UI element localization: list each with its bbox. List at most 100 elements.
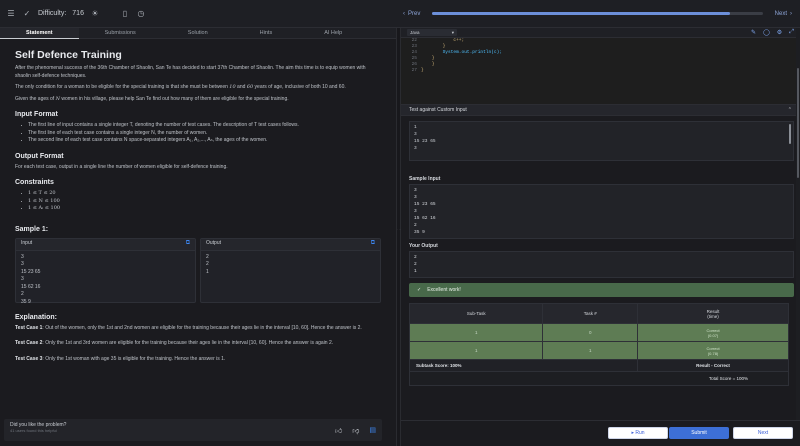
your-output-section: Your Output 2 2 1 bbox=[409, 241, 794, 278]
sample-input-line: 2 bbox=[414, 223, 417, 228]
input-format-list: The first line of input contains a singl… bbox=[21, 122, 381, 145]
prev-label: Prev bbox=[408, 10, 421, 17]
sample-output-line: 2 bbox=[206, 253, 209, 260]
code-line: 27} bbox=[401, 68, 800, 74]
explanation-label: Test Case 3 bbox=[15, 355, 43, 362]
problem-condition: The only condition for a woman to be eli… bbox=[15, 84, 346, 90]
submit-button[interactable]: Submit bbox=[669, 427, 729, 439]
explanation-list: Test Case 1: Out of the women, only the … bbox=[15, 325, 381, 364]
problem-progress-bar bbox=[432, 12, 763, 15]
total-score: Total Score = 100% bbox=[409, 371, 789, 386]
header-text: (time) bbox=[707, 313, 719, 319]
sample-input-line: 3 bbox=[414, 188, 417, 193]
task-cell: 1 bbox=[542, 341, 639, 360]
explanation-item: Test Case 2: Only the 1st and 3rd women … bbox=[15, 340, 381, 348]
problem-panel: Statement Submissions Solution Hints AI Help… bbox=[0, 28, 396, 446]
sample-input-output: 3 3 15 23 65 3 15 62 16 2 35 9 bbox=[409, 184, 794, 239]
copy-icon[interactable]: ⧉ bbox=[186, 240, 190, 248]
tab-hints[interactable]: Hints bbox=[234, 28, 299, 39]
chat-icon[interactable]: ◯ bbox=[763, 29, 770, 36]
bookmark-icon[interactable]: ▯ bbox=[120, 9, 130, 19]
your-output-title: Your Output bbox=[409, 243, 438, 249]
explanation-heading: Explanation: bbox=[15, 313, 58, 321]
input-format-item: The first line of input contains a singl… bbox=[21, 122, 381, 130]
sample-input-line: 3 bbox=[21, 253, 24, 260]
sample-input-line: 35 9 bbox=[414, 230, 425, 235]
menu-icon[interactable]: ☰ bbox=[6, 9, 16, 19]
constraint-item: 1 ≤ N ≤ 100 bbox=[21, 198, 381, 206]
custom-input-line: 15 23 65 bbox=[414, 139, 436, 144]
code-text: } bbox=[421, 68, 424, 73]
problem-given: Given the ages of N women in his village… bbox=[15, 95, 289, 102]
copy-icon[interactable]: ⧉ bbox=[371, 240, 375, 248]
difficulty-label: Difficulty: bbox=[38, 10, 67, 17]
sample-output-box: Output ⧉ 221 bbox=[200, 237, 381, 303]
explanation-item: Test Case 3: Only the 1st woman with age… bbox=[15, 356, 381, 364]
tab-submissions[interactable]: Submissions bbox=[79, 28, 162, 39]
sample-input-line: 15 62 16 bbox=[21, 283, 41, 290]
custom-input-header[interactable]: Test against Custom Input ⌃ bbox=[401, 104, 800, 116]
result-cell: Correct (0.07) bbox=[637, 323, 789, 342]
custom-input-line: 1 bbox=[414, 125, 417, 130]
explanation-text: : Only the 1st woman with age 35 is elig… bbox=[42, 355, 226, 362]
results-header-cell: Result (time) bbox=[637, 303, 789, 324]
chevron-left-icon: ‹ bbox=[403, 10, 405, 17]
sample-output-line: 1 bbox=[206, 268, 209, 275]
task-cell: 0 bbox=[542, 323, 639, 342]
sample-input-line: 2 bbox=[21, 291, 24, 297]
tab-ai-help[interactable]: AI Help bbox=[298, 28, 368, 39]
input-format-item: The first line of each test case contain… bbox=[21, 130, 381, 138]
scroll-thumb[interactable] bbox=[797, 68, 799, 178]
wand-icon[interactable]: ✎ bbox=[751, 29, 756, 36]
results-row: 1 1 Correct (0.78) bbox=[408, 341, 789, 360]
problem-title: Self Defence Training bbox=[15, 49, 122, 61]
output-line: 1 bbox=[414, 269, 417, 274]
next-label: Next bbox=[774, 10, 787, 17]
sample-output-line: 2 bbox=[206, 261, 209, 267]
comment-icon[interactable]: ▤ bbox=[369, 426, 376, 435]
custom-input-scrollbar[interactable] bbox=[789, 124, 791, 144]
subtask-score-row: Subtask Score: 100% Result - Correct bbox=[408, 359, 789, 372]
feedback-count: 41 users found this helpful bbox=[10, 428, 57, 433]
explanation-label: Test Case 2 bbox=[15, 340, 43, 346]
thumbs-down-icon[interactable]: 👎︎ bbox=[352, 426, 359, 435]
sample-input-line: 3 bbox=[414, 195, 417, 200]
sample-input-line: 15 62 16 bbox=[414, 216, 436, 221]
total-score-row: Total Score = 100% bbox=[409, 371, 789, 386]
sun-icon[interactable]: ☀ bbox=[90, 9, 100, 19]
editor-scrollbar[interactable] bbox=[796, 28, 800, 446]
results-row: 1 0 Correct (0.07) bbox=[408, 323, 789, 342]
expand-icon[interactable]: ⤢ bbox=[789, 29, 794, 36]
results-table: Sub-Task Task # Result (time) 1 0 Correct (0.07… bbox=[408, 303, 789, 386]
thumbs-up-icon[interactable]: 👍︎ bbox=[335, 426, 342, 435]
next-button[interactable]: Next bbox=[733, 427, 793, 439]
language-select[interactable]: Java ▾ bbox=[407, 29, 457, 36]
custom-input-field[interactable]: 1 3 15 23 65 3 bbox=[409, 121, 794, 161]
action-bar: ▸ Run Submit Next bbox=[401, 420, 800, 446]
output-format-text: For each test case, output in a single l… bbox=[15, 163, 228, 170]
subtask-score: Subtask Score: 100% bbox=[408, 359, 639, 372]
submit-label: Submit bbox=[691, 430, 707, 436]
header-text: Task # bbox=[583, 311, 597, 316]
subtask-cell: 1 bbox=[408, 341, 544, 360]
run-button[interactable]: ▸ Run bbox=[608, 427, 668, 439]
problem-intro: After the phenomenal success of the 36th… bbox=[15, 65, 366, 79]
sample-output-text: 221 bbox=[201, 251, 380, 302]
code-editor[interactable]: 22 c++; 23 } 24 System.out.println(c); 25 }… bbox=[401, 38, 800, 104]
timer-icon[interactable]: ◷ bbox=[136, 9, 146, 19]
problem-tabs: Statement Submissions Solution Hints AI Help bbox=[0, 28, 396, 39]
tab-solution[interactable]: Solution bbox=[162, 28, 234, 39]
chevron-down-icon: ▾ bbox=[451, 29, 454, 35]
verdict-banner: ✓ Excellent work! bbox=[409, 283, 794, 297]
input-format-heading: Input Format bbox=[15, 111, 58, 118]
output-line: 2 bbox=[414, 255, 417, 260]
tab-statement[interactable]: Statement bbox=[0, 28, 79, 39]
chevron-right-icon: › bbox=[790, 10, 792, 17]
results-header-cell: Sub-Task bbox=[408, 303, 544, 324]
custom-input-line: 3 bbox=[414, 132, 417, 137]
next-problem-button[interactable]: Next › bbox=[775, 11, 792, 17]
line-number: 27 bbox=[411, 68, 417, 73]
input-format-item: The second line of each test case contai… bbox=[21, 137, 381, 145]
prev-button[interactable]: ‹ Prev bbox=[403, 11, 420, 17]
settings-icon[interactable]: ⚙ bbox=[777, 29, 782, 36]
